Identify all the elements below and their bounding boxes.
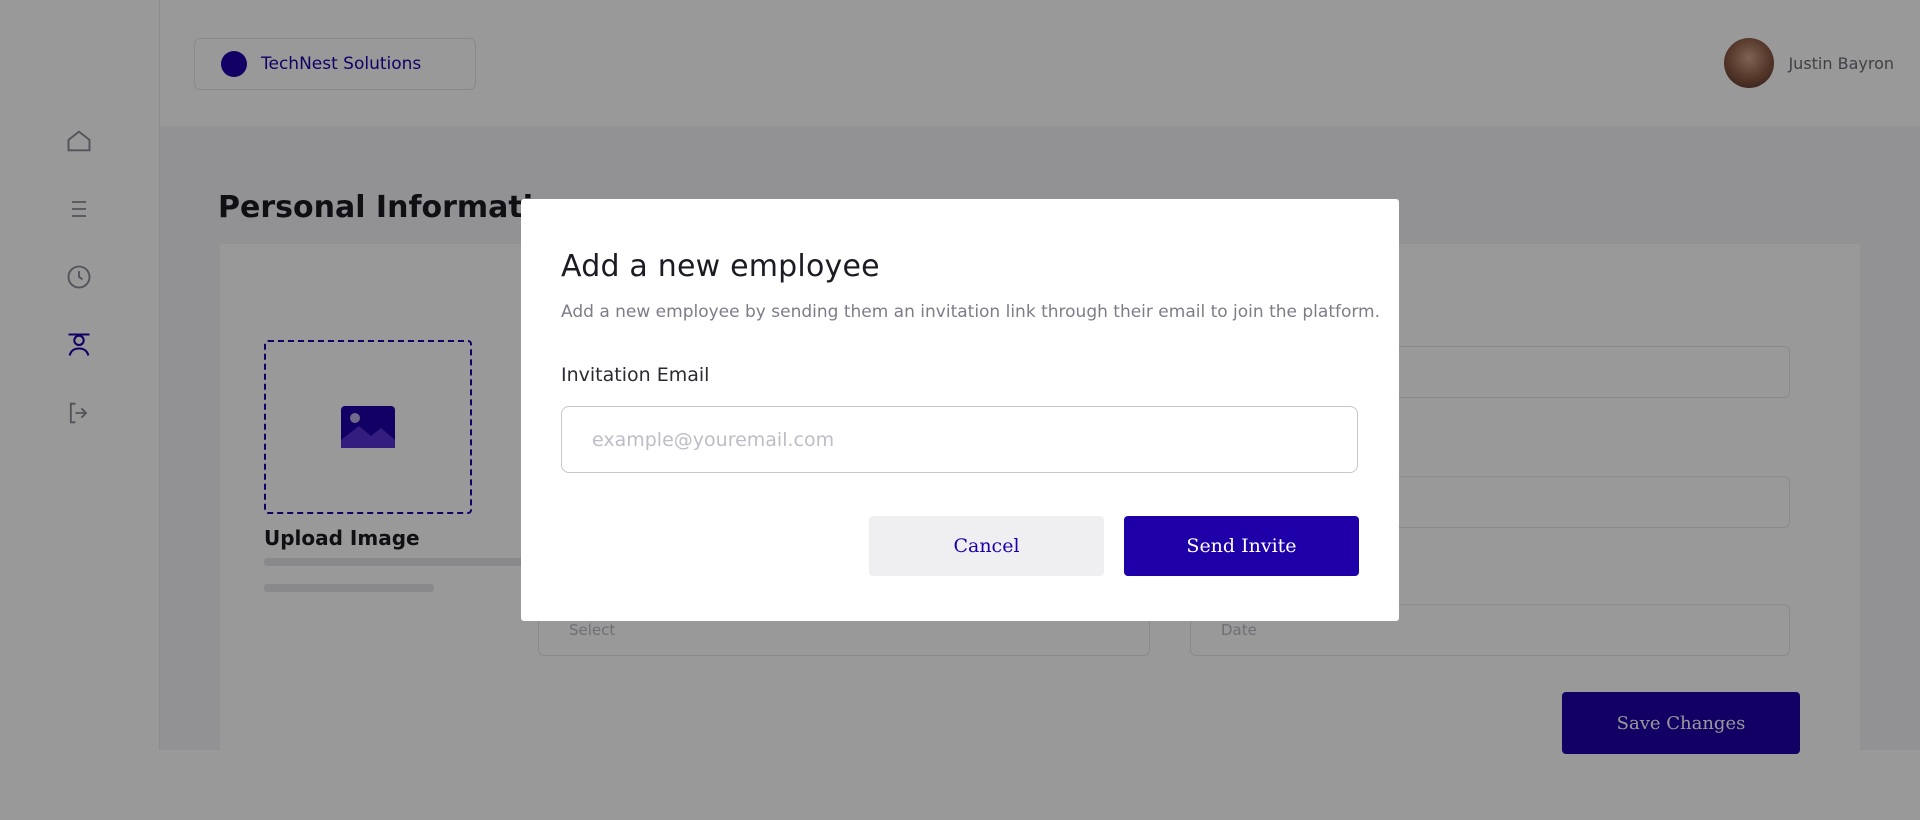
modal-description: Add a new employee by sending them an in… <box>561 302 1381 322</box>
modal-title: Add a new employee <box>561 249 880 284</box>
send-invite-button[interactable]: Send Invite <box>1124 516 1359 576</box>
invitation-email-input[interactable] <box>561 406 1358 473</box>
add-employee-modal: Add a new employee Add a new employee by… <box>521 199 1399 621</box>
modal-actions: Cancel Send Invite <box>869 516 1359 576</box>
cancel-button[interactable]: Cancel <box>869 516 1104 576</box>
invitation-email-label: Invitation Email <box>561 364 710 386</box>
